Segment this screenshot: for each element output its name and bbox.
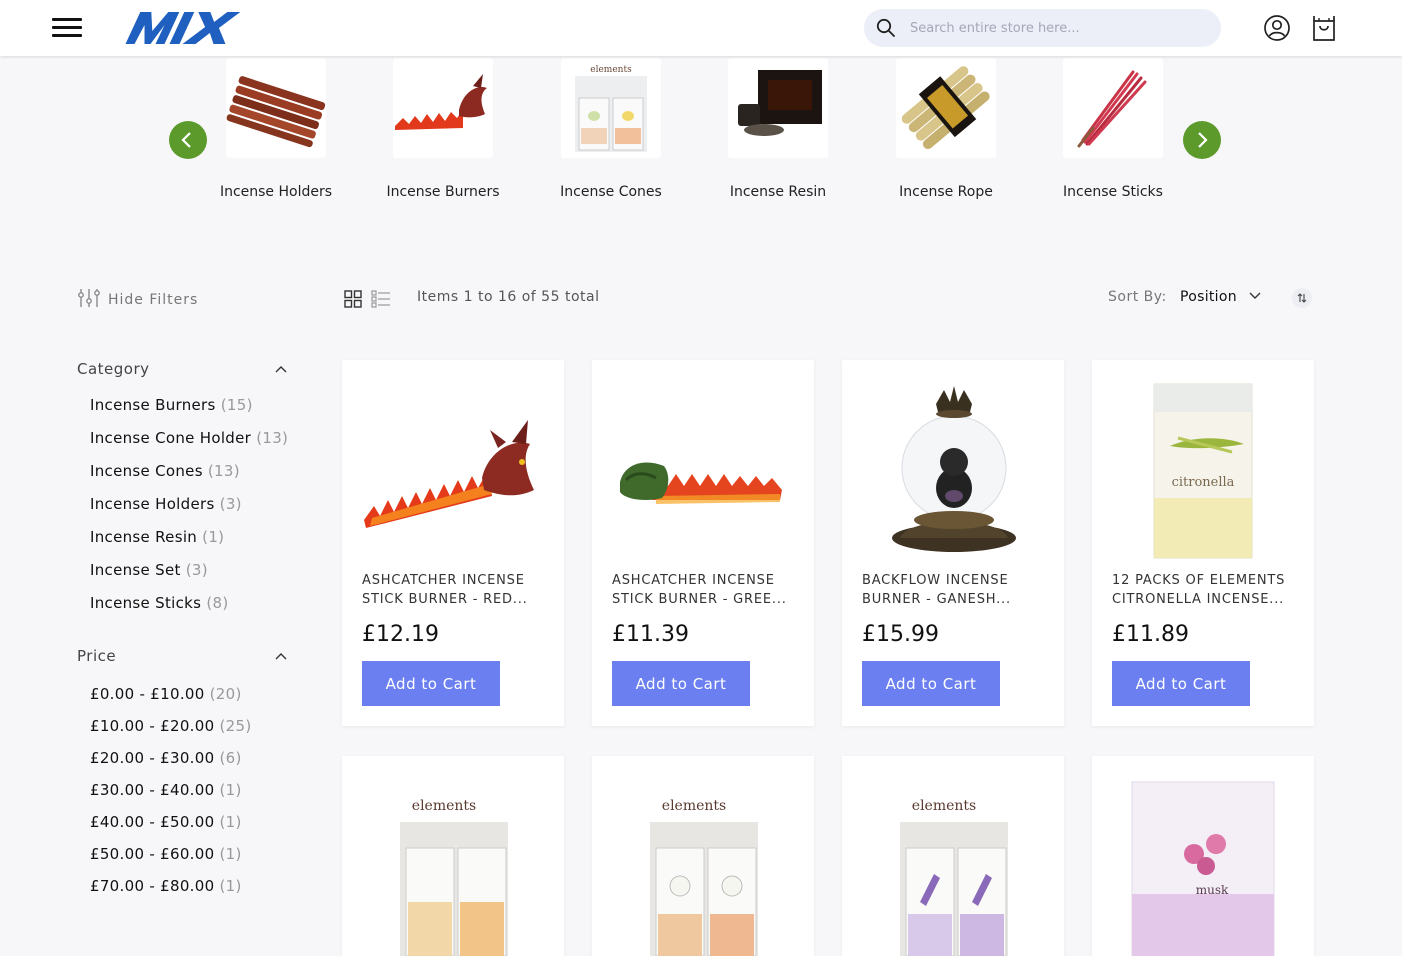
product-image[interactable]: elements xyxy=(862,774,1044,956)
category-filter-title: Category xyxy=(77,360,150,378)
svg-text:citronella: citronella xyxy=(1172,475,1235,490)
category-filter-option[interactable]: Incense Cone Holder (13) xyxy=(90,429,297,462)
category-label: Incense Rope xyxy=(899,184,993,200)
svg-text:elements: elements xyxy=(590,65,632,75)
category-incense-holders[interactable]: Incense Holders xyxy=(192,58,360,201)
search-bar xyxy=(864,9,1221,47)
product-card: musk xyxy=(1092,756,1314,956)
chevron-down-icon xyxy=(1249,292,1261,299)
price-filter-toggle[interactable]: Price xyxy=(77,647,297,669)
price-filter-option[interactable]: £10.00 - £20.00 (25) xyxy=(90,717,297,749)
category-label: Incense Sticks xyxy=(1063,184,1163,200)
category-image xyxy=(226,58,326,158)
sort-arrows-icon xyxy=(1297,293,1307,303)
filter-sliders-icon xyxy=(78,289,100,307)
category-filter-option[interactable]: Incense Resin (1) xyxy=(90,528,297,561)
product-price: £11.39 xyxy=(612,622,689,647)
product-card: elements xyxy=(592,756,814,956)
product-card: BACKFLOW INCENSE BURNER - GANESH... £15.… xyxy=(842,360,1064,726)
add-to-cart-button[interactable]: Add to Cart xyxy=(362,661,500,706)
search-icon[interactable] xyxy=(876,18,896,38)
product-price: £12.19 xyxy=(362,622,439,647)
product-name[interactable]: ASHCATCHER INCENSE STICK BURNER - GREE..… xyxy=(612,571,794,609)
price-filter-option[interactable]: £0.00 - £10.00 (20) xyxy=(90,685,297,717)
product-price: £15.99 xyxy=(862,622,939,647)
category-image: elements xyxy=(561,58,661,158)
store-logo[interactable] xyxy=(122,4,262,50)
category-filter-option[interactable]: Incense Cones (13) xyxy=(90,462,297,495)
chevron-up-icon xyxy=(275,366,287,373)
search-input[interactable] xyxy=(910,9,1210,47)
product-price: £11.89 xyxy=(1112,622,1189,647)
product-card: elements xyxy=(342,756,564,956)
category-label: Incense Holders xyxy=(219,184,333,200)
category-filter-option[interactable]: Incense Burners (15) xyxy=(90,396,297,429)
category-filter-option[interactable]: Incense Sticks (8) xyxy=(90,594,297,627)
cart-icon[interactable] xyxy=(1310,14,1338,42)
product-image[interactable] xyxy=(362,378,544,560)
product-name[interactable]: 12 PACKS OF ELEMENTS CITRONELLA INCENSE.… xyxy=(1112,571,1294,609)
price-filter-title: Price xyxy=(77,647,117,665)
listing-toolbar: Hide Filters Items 1 to 16 of 55 total S… xyxy=(0,280,1402,320)
add-to-cart-button[interactable]: Add to Cart xyxy=(862,661,1000,706)
category-filter-toggle[interactable]: Category xyxy=(77,360,297,382)
category-incense-rope[interactable]: Incense Rope xyxy=(862,58,1030,201)
product-card: ASHCATCHER INCENSE STICK BURNER - RED...… xyxy=(342,360,564,726)
price-filter-option[interactable]: £40.00 - £50.00 (1) xyxy=(90,813,297,845)
price-filter-option[interactable]: £20.00 - £30.00 (6) xyxy=(90,749,297,781)
header xyxy=(0,0,1402,56)
product-image[interactable]: citronella xyxy=(1112,378,1294,560)
sort-select[interactable]: Position xyxy=(1180,289,1261,305)
category-filter-option[interactable]: Incense Set (3) xyxy=(90,561,297,594)
price-filter-option[interactable]: £50.00 - £60.00 (1) xyxy=(90,845,297,877)
product-image[interactable] xyxy=(862,378,1044,560)
account-icon[interactable] xyxy=(1263,14,1291,42)
add-to-cart-button[interactable]: Add to Cart xyxy=(1112,661,1250,706)
category-image xyxy=(1063,58,1163,158)
product-card: ASHCATCHER INCENSE STICK BURNER - GREE..… xyxy=(592,360,814,726)
category-incense-cones[interactable]: elements Incense Cones xyxy=(527,58,695,201)
hide-filters-button[interactable]: Hide Filters xyxy=(78,288,198,308)
category-image xyxy=(393,58,493,158)
svg-text:elements: elements xyxy=(412,798,476,814)
hide-filters-label: Hide Filters xyxy=(108,292,199,308)
product-name[interactable]: ASHCATCHER INCENSE STICK BURNER - RED... xyxy=(362,571,544,609)
category-label: Incense Cones xyxy=(560,184,662,200)
price-filter-option[interactable]: £70.00 - £80.00 (1) xyxy=(90,877,297,909)
list-view-icon[interactable] xyxy=(371,290,391,308)
svg-text:musk: musk xyxy=(1196,883,1229,897)
filters-sidebar: Category Incense Burners (15) Incense Co… xyxy=(77,360,297,909)
product-name[interactable]: BACKFLOW INCENSE BURNER - GANESH... xyxy=(862,571,1044,609)
price-filter-list: £0.00 - £10.00 (20) £10.00 - £20.00 (25)… xyxy=(90,685,297,909)
sort-direction-button[interactable] xyxy=(1292,288,1312,308)
category-incense-burners[interactable]: Incense Burners xyxy=(359,58,527,201)
category-incense-sticks[interactable]: Incense Sticks xyxy=(1029,58,1197,201)
category-image xyxy=(728,58,828,158)
sort-select-value: Position xyxy=(1180,289,1237,305)
product-image[interactable]: musk xyxy=(1112,774,1294,956)
add-to-cart-button[interactable]: Add to Cart xyxy=(612,661,750,706)
category-incense-resin[interactable]: Incense Resin xyxy=(694,58,862,201)
chevron-up-icon xyxy=(275,653,287,660)
product-image[interactable]: elements xyxy=(362,774,544,956)
price-filter-option[interactable]: £30.00 - £40.00 (1) xyxy=(90,781,297,813)
category-filter-option[interactable]: Incense Holders (3) xyxy=(90,495,297,528)
category-label: Incense Resin xyxy=(729,184,827,200)
product-card: citronella 12 PACKS OF ELEMENTS CITRONEL… xyxy=(1092,360,1314,726)
product-image[interactable] xyxy=(612,378,794,560)
grid-view-icon[interactable] xyxy=(344,290,362,308)
category-filter-list: Incense Burners (15) Incense Cone Holder… xyxy=(90,396,297,627)
items-count: Items 1 to 16 of 55 total xyxy=(417,289,600,305)
product-image[interactable]: elements xyxy=(612,774,794,956)
category-label: Incense Burners xyxy=(386,184,500,200)
svg-text:elements: elements xyxy=(662,798,726,814)
svg-text:elements: elements xyxy=(912,798,976,814)
category-image xyxy=(896,58,996,158)
category-carousel: Incense Holders Incense Burners elements xyxy=(0,56,1402,236)
menu-icon[interactable] xyxy=(52,18,82,38)
sort-by-label: Sort By: xyxy=(1108,289,1167,305)
product-card: elements xyxy=(842,756,1064,956)
